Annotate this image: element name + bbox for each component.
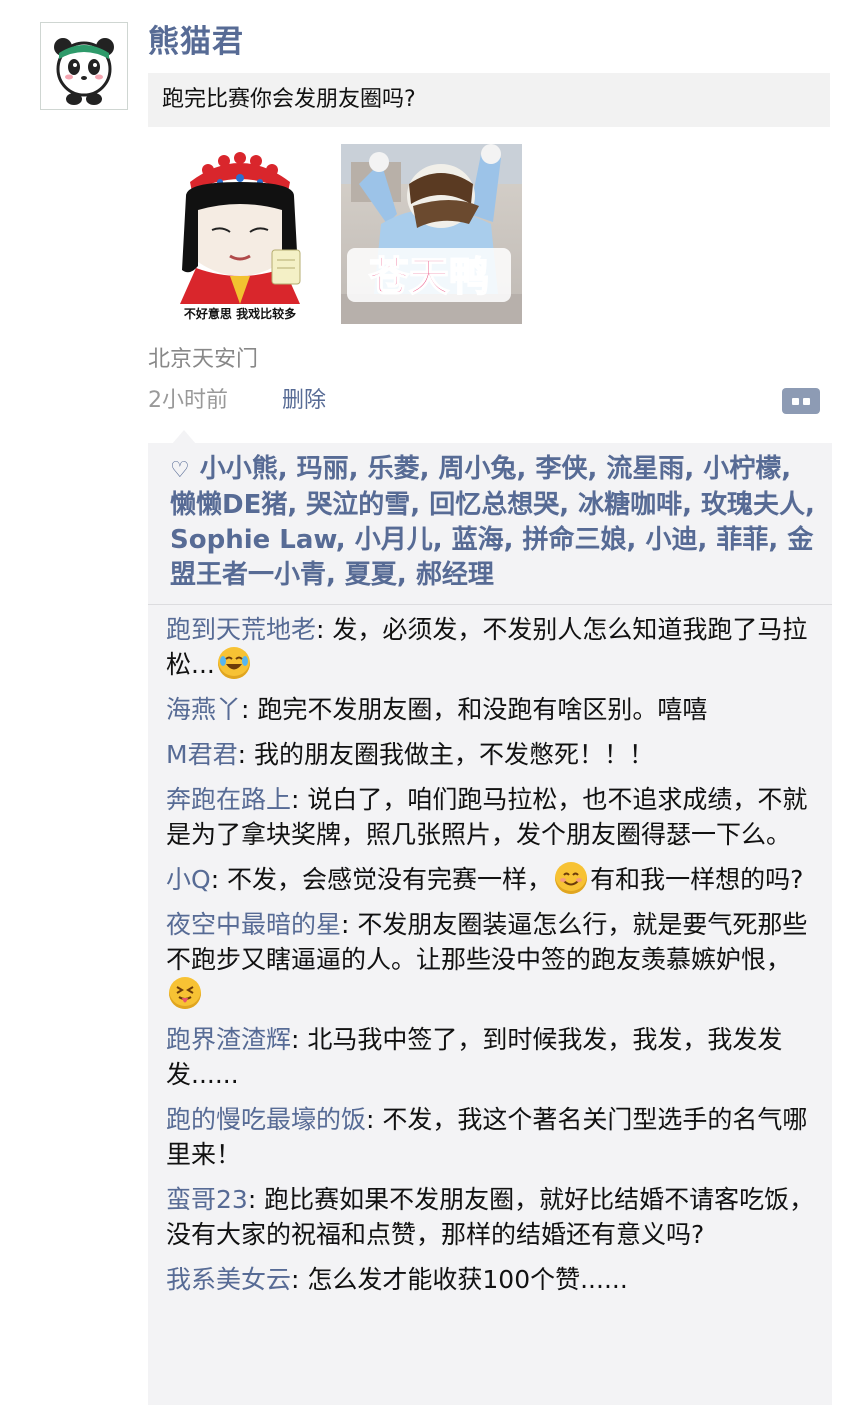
liker-names[interactable]: 小小熊, 玛丽, 乐菱, 周小兔, 李侠, 流星雨, 小柠檬, 懒懒DE猪, 哭… [170,454,815,590]
author-avatar[interactable] [40,22,128,110]
comment-author[interactable]: 海燕丫 [166,695,241,724]
meme-caption: 不好意思 我戏比较多 [184,306,296,321]
likes-list: ♡ 小小熊, 玛丽, 乐菱, 周小兔, 李侠, 流星雨, 小柠檬, 懒懒DE猪, … [170,452,820,593]
comment-item[interactable]: 小Q: 不发，会感觉没有完赛一样， 有和我一样想的吗? [166,862,816,897]
comment-text: : 不发，会感觉没有完赛一样， [210,865,553,894]
comment-author[interactable]: M君君 [166,740,238,769]
comment-author[interactable]: 我系美女云 [166,1265,291,1294]
comment-text: : 跑完不发朋友圈，和没跑有啥区别。嘻嘻 [241,695,708,724]
shared-link-card[interactable]: 跑完比赛你会发朋友圈吗? [148,73,830,127]
comment-author[interactable]: 跑界渣渣辉 [166,1025,291,1054]
dot-icon [792,398,799,405]
like-comment-menu-button[interactable] [782,388,820,414]
comment-item[interactable]: 跑的慢吃最壕的饭: 不发，我这个著名关门型选手的名气哪里来！ [166,1102,816,1172]
comment-text: : 我的朋友圈我做主，不发憋死！！！ [237,740,654,769]
comment-text: : 怎么发才能收获100个赞...... [291,1265,628,1294]
comment-text: : 跑比赛如果不发朋友圈，就好比结婚不请客吃饭，没有大家的祝福和点赞，那样的结婚… [166,1185,815,1249]
duck-caption: 苍天鸭 [369,254,489,300]
post-image-duck[interactable]: 苍天鸭 [341,144,522,324]
comment-author[interactable]: 跑到天荒地老 [166,615,316,644]
meme-girl-illustration: 不好意思 我戏比较多 [150,144,330,324]
post-image-meme[interactable]: 不好意思 我戏比较多 [150,144,330,324]
post-time: 2小时前 [148,388,228,413]
panda-avatar-icon [54,38,114,105]
shared-link-title: 跑完比赛你会发朋友圈吗? [162,87,416,112]
post-location[interactable]: 北京天安门 [148,340,258,380]
tongue-out-emoji-icon [169,977,201,1009]
dot-icon [803,398,810,405]
comment-item[interactable]: 蛮哥23: 跑比赛如果不发朋友圈，就好比结婚不请客吃饭，没有大家的祝福和点赞，那… [166,1182,816,1252]
comment-author[interactable]: 奔跑在路上 [166,785,291,814]
author-name[interactable]: 熊猫君 [148,22,244,62]
delete-button[interactable]: 删除 [282,381,326,421]
comment-author[interactable]: 夜空中最暗的星 [166,910,341,939]
comment-author[interactable]: 跑的慢吃最壕的饭 [166,1105,366,1134]
comment-item[interactable]: 海燕丫: 跑完不发朋友圈，和没跑有啥区别。嘻嘻 [166,692,816,727]
comment-item[interactable]: 跑到天荒地老: 发，必须发，不发别人怎么知道我跑了马拉松... [166,612,816,682]
comment-author[interactable]: 蛮哥23 [166,1185,248,1214]
smile-emoji-icon [555,862,588,894]
comment-item[interactable]: 我系美女云: 怎么发才能收获100个赞...... [166,1262,816,1297]
comment-item[interactable]: M君君: 我的朋友圈我做主，不发憋死！！！ [166,737,816,772]
laugh-cry-emoji-icon [217,647,250,679]
panel-pointer [172,430,196,444]
comment-author[interactable]: 小Q [166,865,211,894]
comments-list: 跑到天荒地老: 发，必须发，不发别人怎么知道我跑了马拉松... 海燕丫: 跑完不… [166,612,816,1307]
comment-item[interactable]: 跑界渣渣辉: 北马我中签了，到时候我发，我发，我发发发...... [166,1022,816,1092]
comment-text-continued: 有和我一样想的吗? [590,865,804,894]
duck-photo-illustration: 苍天鸭 [341,144,522,324]
divider [148,604,832,605]
comment-item[interactable]: 夜空中最暗的星: 不发朋友圈装逼怎么行，就是要气死那些不跑步又瞎逼逼的人。让那些… [166,907,816,1012]
heart-icon: ♡ [170,458,190,483]
comment-item[interactable]: 奔跑在路上: 说白了，咱们跑马拉松，也不追求成绩，不就是为了拿块奖牌，照几张照片… [166,782,816,852]
